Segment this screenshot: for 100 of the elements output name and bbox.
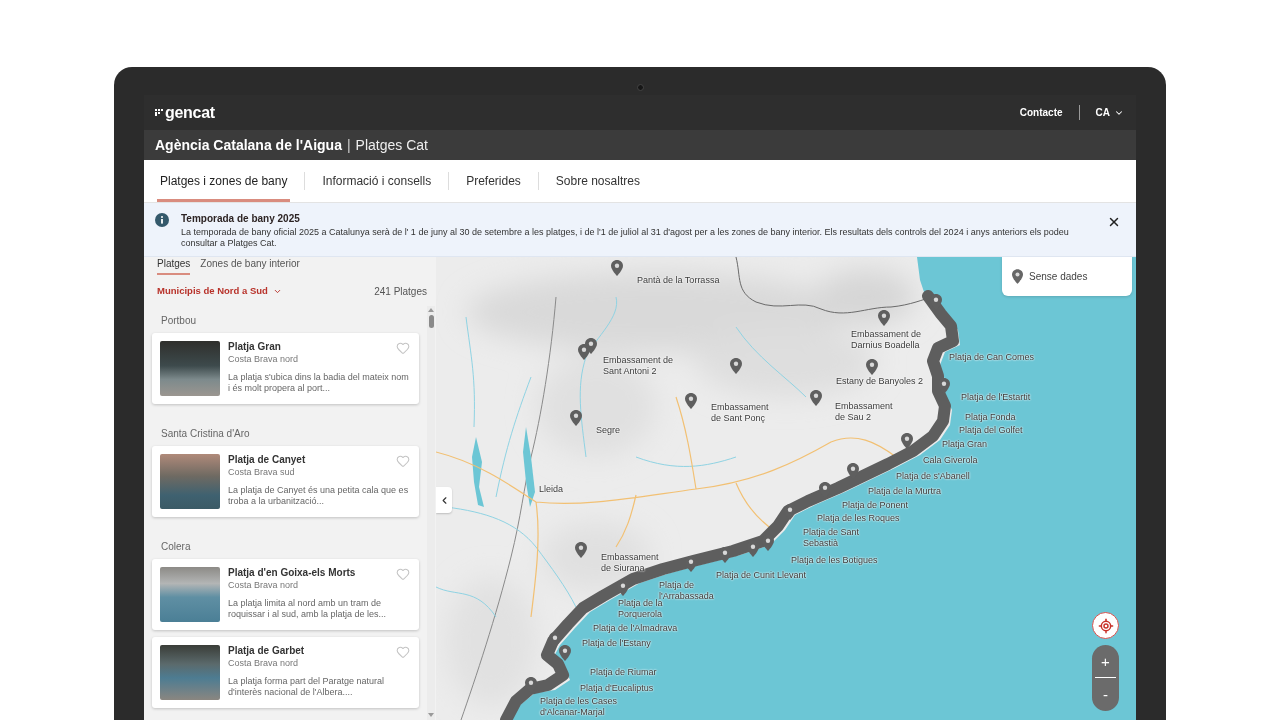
chevron-down-icon xyxy=(272,287,282,296)
map-label: Platja Fonda xyxy=(965,412,1016,423)
map-pin-icon[interactable] xyxy=(878,310,890,326)
map-label: Platja de les Roques xyxy=(817,513,900,524)
beach-name: Platja Gran xyxy=(228,341,282,353)
map-label: Platja de l'Arrabassada xyxy=(659,580,715,601)
map-label: Pantà de la Torrassa xyxy=(637,275,720,286)
map-label: Platja de les Cases d'Alcanar-Marjal xyxy=(540,696,619,718)
map-pin-icon[interactable] xyxy=(730,358,742,374)
photo-placeholder xyxy=(160,454,220,509)
beach-zone: Costa Brava nord xyxy=(228,579,300,592)
beach-description: La platja de Canyet és una petita cala que es troba a la urbanització... xyxy=(228,485,410,507)
map-drawing[interactable] xyxy=(436,257,1136,720)
municipality-heading: Portbou xyxy=(160,314,198,327)
map-pin-icon[interactable] xyxy=(938,378,950,394)
map-label: Platja Gran xyxy=(942,439,988,450)
map-pin-icon[interactable] xyxy=(570,410,582,426)
agency-title[interactable]: Agència Catalana de l'Aigua xyxy=(155,134,342,156)
logo-dots-icon xyxy=(155,109,163,116)
nav-tab[interactable]: Sobre nosaltres xyxy=(552,160,643,202)
map-pin-icon[interactable] xyxy=(719,547,731,563)
map-pin-icon[interactable] xyxy=(747,541,759,557)
map-label: Platja de Ponent xyxy=(842,500,909,511)
zoom-in-button[interactable]: + xyxy=(1092,645,1119,677)
beach-count: 241 Platges xyxy=(374,285,427,299)
beach-name: Platja de Garbet xyxy=(228,645,305,657)
map-label: Platja de Cunit Llevant xyxy=(716,570,807,581)
map-label: Platja de la Murtra xyxy=(868,486,942,497)
map-pin-icon[interactable] xyxy=(784,504,796,520)
app-title[interactable]: Platges Cat xyxy=(355,134,428,156)
map-label: Platja de l'Estartit xyxy=(961,392,1031,403)
info-icon xyxy=(155,213,169,227)
nav-tab[interactable]: Preferides xyxy=(463,160,524,202)
zoom-out-button[interactable]: - xyxy=(1092,678,1119,710)
camera-icon xyxy=(636,84,644,91)
map-label: Embassament de Sau 2 xyxy=(835,401,894,423)
map-label: Cala Giverola xyxy=(923,455,978,466)
legend-pin-icon xyxy=(1012,269,1023,284)
map-label: Platja de Can Comes xyxy=(949,352,1035,363)
photo-placeholder xyxy=(160,645,220,700)
beach-name: Platja de Canyet xyxy=(228,454,306,466)
language-selector[interactable]: CA xyxy=(1095,105,1124,120)
photo-placeholder xyxy=(160,567,220,622)
beach-card[interactable]: Platja Gran Costa Brava nord La platja s'ubica dins la badia del mateix nom i és molt propera al port... xyxy=(152,333,419,404)
map-pin-icon[interactable] xyxy=(617,580,629,596)
map-label: Platja de Riumar xyxy=(590,667,657,678)
beach-zone: Costa Brava nord xyxy=(228,353,299,366)
map-pin-icon[interactable] xyxy=(810,390,822,406)
sidebar-tab[interactable]: Zones de bany interior xyxy=(200,258,300,275)
map-label: Platja de l'Estany xyxy=(582,638,651,649)
map-pin-icon[interactable] xyxy=(847,463,859,479)
map-pin-icon[interactable] xyxy=(549,632,561,648)
map-label: Embassament de Siurana xyxy=(601,552,660,574)
map-pin-icon[interactable] xyxy=(762,535,774,551)
notice-title: Temporada de bany 2025 xyxy=(181,213,301,225)
scrollbar-thumb[interactable] xyxy=(428,315,434,328)
close-icon xyxy=(1107,215,1121,229)
map-label: Embassament de Sant Ponç xyxy=(711,402,770,424)
map-pin-icon[interactable] xyxy=(866,359,878,375)
beach-zone: Costa Brava nord xyxy=(228,657,300,670)
map-label: Platja de Sant Sebastià xyxy=(803,527,861,549)
map-label: Platja del Golfet xyxy=(959,425,1023,436)
map-label: Embassament de Darnius Boadella xyxy=(851,329,923,351)
gencat-logo-text[interactable]: gencat xyxy=(165,102,215,123)
collapse-panel-button[interactable] xyxy=(436,487,452,513)
nav-tab[interactable]: Informació i consells xyxy=(319,160,435,202)
map-label: Embassament de Sant Antoni 2 xyxy=(603,355,675,377)
municipality-heading: Santa Cristina d'Aro xyxy=(160,427,251,440)
contact-link[interactable]: Contacte xyxy=(1019,105,1063,120)
beach-card[interactable]: Platja d'en Goixa-els Morts Costa Brava nord La platja limita al nord amb un tram de roquissar i al sud, amb la platja de les... xyxy=(152,559,419,630)
map-label: Estany de Banyoles 2 xyxy=(836,376,924,387)
sort-dropdown[interactable]: Municipis de Nord a Sud xyxy=(157,284,282,299)
legend-label: Sense dades xyxy=(1029,270,1088,284)
sidebar-tab[interactable]: Platges xyxy=(157,258,191,275)
map-label: Platja de l'Almadrava xyxy=(593,623,678,634)
map-pin-icon[interactable] xyxy=(901,433,913,449)
beach-card[interactable]: Platja de Canyet Costa Brava sud La platja de Canyet és una petita cala que es troba a la urbanització... xyxy=(152,446,419,517)
map-label: Platja de la Porquerola xyxy=(618,598,663,620)
map-pin-icon[interactable] xyxy=(578,344,590,360)
title-separator: | xyxy=(346,135,351,155)
municipality-heading: Colera xyxy=(160,540,192,553)
locate-target-icon xyxy=(1097,617,1114,634)
map-pin-icon[interactable] xyxy=(611,260,623,276)
map-label: Platja d'Eucaliptus xyxy=(580,683,654,694)
beach-description: La platja forma part del Paratge natural d'interès nacional de l'Albera.... xyxy=(228,676,386,698)
beach-card[interactable]: Platja de Garbet Costa Brava nord La platja forma part del Paratge natural d'interès nacional de l'Albera.... xyxy=(152,637,419,708)
map-label: Segre xyxy=(596,425,621,436)
map-label: Platja de s'Abanell xyxy=(896,471,970,482)
map-label: Lleida xyxy=(539,484,564,495)
map-label: Platja de les Botigues xyxy=(791,555,878,566)
beach-description: La platja s'ubica dins la badia del mateix nom i és molt propera al port... xyxy=(228,372,410,394)
map-pin-icon[interactable] xyxy=(559,645,571,661)
beach-name: Platja d'en Goixa-els Morts xyxy=(228,567,356,579)
notice-text: La temporada de bany oficial 2025 a Catalunya serà de l' 1 de juny al 30 de setembre a les platges, i de l'1 de juliol al 31 d'agost per a les zones de bany interior. Els resultats dels controls del 2024 i anys anteriors els podeu consultar a Platges Cat. xyxy=(181,227,1070,249)
map-pin-icon[interactable] xyxy=(575,542,587,558)
map-pin-icon[interactable] xyxy=(685,393,697,409)
beach-description: La platja limita al nord amb un tram de roquissar i al sud, amb la platja de les... xyxy=(228,598,388,620)
map-pin-icon[interactable] xyxy=(685,556,697,572)
photo-placeholder xyxy=(160,341,220,396)
beach-zone: Costa Brava sud xyxy=(228,466,296,479)
